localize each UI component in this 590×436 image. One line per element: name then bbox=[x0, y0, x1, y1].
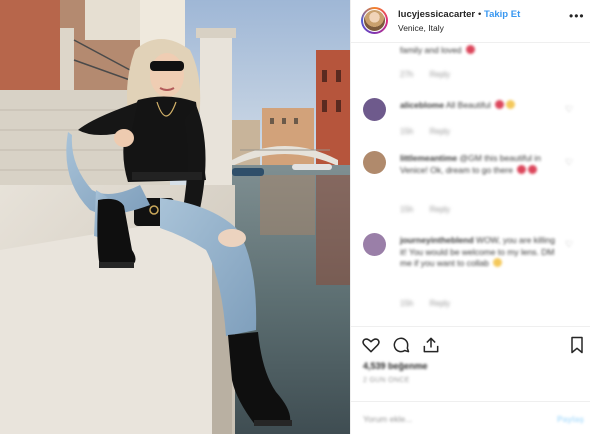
reply-button[interactable]: Reply bbox=[430, 127, 450, 136]
post-timestamp[interactable]: 2 GÜN ÖNCE bbox=[363, 377, 410, 384]
comment-meta: 15h Reply bbox=[400, 205, 464, 214]
like-comment-icon[interactable]: ♡ bbox=[565, 104, 573, 115]
follow-button[interactable]: Takip Et bbox=[484, 9, 520, 20]
comment-meta: 15h Reply bbox=[400, 299, 464, 308]
heart-emoji-icon bbox=[465, 45, 475, 54]
post-header: lucyjessicacarter • Takip Et Venice, Ita… bbox=[351, 0, 590, 43]
post-photo[interactable] bbox=[0, 0, 350, 434]
venice-canal-photo bbox=[0, 0, 350, 434]
commenter-username[interactable]: aliceblome bbox=[400, 100, 444, 110]
likes-count[interactable]: 4,539 beğenme bbox=[363, 361, 428, 371]
username-link[interactable]: lucyjessicacarter bbox=[398, 9, 475, 20]
like-comment-icon[interactable]: ♡ bbox=[565, 157, 573, 168]
heart-emoji-icon bbox=[528, 164, 538, 174]
story-ring[interactable] bbox=[361, 7, 388, 34]
heart-icon[interactable] bbox=[361, 335, 381, 355]
post-sidebar: lucyjessicacarter • Takip Et Venice, Ita… bbox=[350, 0, 590, 434]
heart-emoji-icon bbox=[517, 164, 527, 174]
location-link[interactable]: Venice, Italy bbox=[398, 23, 444, 33]
add-comment-bar: Yorum ekle... Paylaş bbox=[351, 401, 590, 436]
post-actions: 4,539 beğenme 2 GÜN ÖNCE Yorum ekle... P… bbox=[351, 326, 590, 435]
add-comment-input[interactable]: Yorum ekle... bbox=[363, 414, 412, 424]
comments-list[interactable]: family and loved 27h Reply aliceblome Al… bbox=[351, 43, 590, 326]
smile-emoji-icon bbox=[506, 100, 516, 109]
comment-time: 15h bbox=[400, 299, 414, 308]
comment-meta: 15h Reply bbox=[400, 127, 464, 136]
avatar[interactable] bbox=[363, 9, 386, 32]
comment-icon[interactable] bbox=[391, 335, 411, 355]
reply-button[interactable]: Reply bbox=[430, 205, 450, 214]
reply-button[interactable]: Reply bbox=[430, 70, 450, 79]
post-comment-button[interactable]: Paylaş bbox=[557, 414, 584, 424]
comment-meta: 27h Reply bbox=[400, 70, 464, 79]
comment-time: 15h bbox=[400, 205, 414, 214]
bookmark-icon[interactable] bbox=[567, 335, 587, 355]
reply-button[interactable]: Reply bbox=[430, 299, 450, 308]
commenter-avatar[interactable] bbox=[363, 233, 386, 256]
commenter-avatar[interactable] bbox=[363, 151, 386, 174]
share-icon[interactable] bbox=[421, 335, 441, 355]
commenter-avatar[interactable] bbox=[363, 98, 386, 121]
comment-time: 15h bbox=[400, 127, 414, 136]
like-comment-icon[interactable]: ♡ bbox=[565, 239, 573, 250]
smile-emoji-icon bbox=[493, 258, 503, 267]
separator-dot: • bbox=[478, 9, 482, 20]
heart-emoji-icon bbox=[495, 100, 505, 109]
instagram-post-modal: lucyjessicacarter • Takip Et Venice, Ita… bbox=[0, 0, 590, 434]
more-options-icon[interactable]: ••• bbox=[569, 9, 585, 23]
commenter-username[interactable]: littlemeantime bbox=[400, 153, 457, 163]
comment-text: All Beautiful bbox=[445, 100, 491, 110]
comment-time: 27h bbox=[400, 70, 414, 79]
comment-text: family and loved bbox=[400, 45, 462, 55]
commenter-username[interactable]: journeyintheblend bbox=[400, 235, 474, 245]
